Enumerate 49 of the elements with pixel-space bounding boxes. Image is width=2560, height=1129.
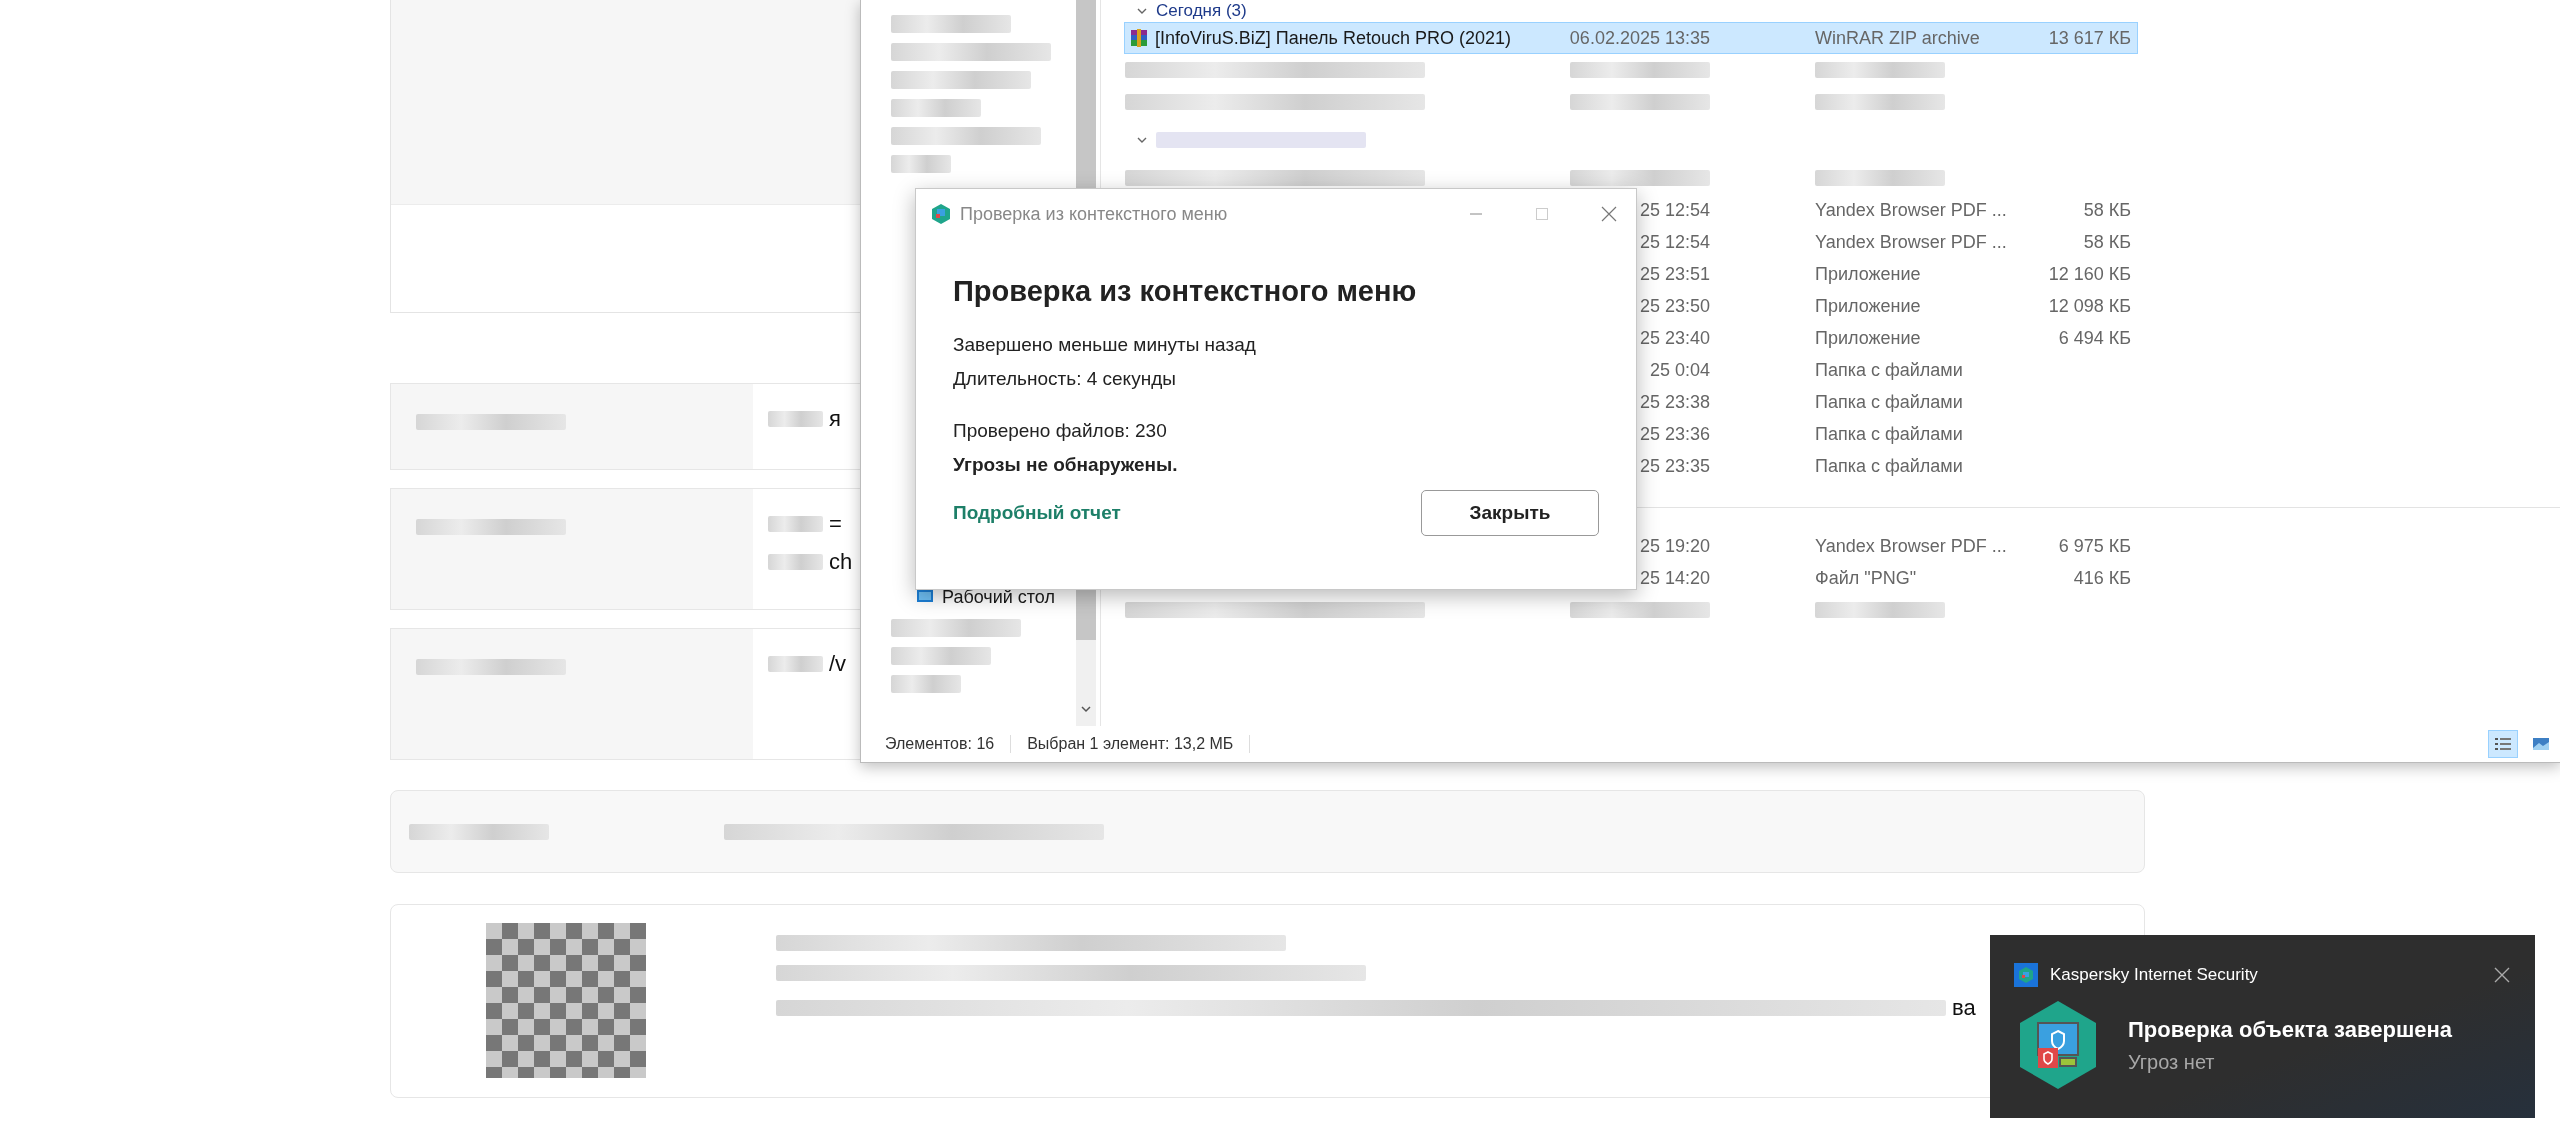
file-date: 06.02.2025 13:35 bbox=[1569, 27, 1710, 48]
file-type: Папка с файлами bbox=[1815, 455, 1963, 476]
file-date: 25 23:50 bbox=[1639, 295, 1710, 316]
file-date: 25 23:35 bbox=[1639, 455, 1710, 476]
file-type: Файл "PNG" bbox=[1815, 567, 1917, 588]
file-date: 25 14:20 bbox=[1639, 567, 1710, 588]
scan-info: Длительность: 4 секунды bbox=[953, 367, 1177, 391]
file-size: 58 КБ bbox=[2083, 231, 2131, 252]
scan-info: Завершено меньше минуты назад bbox=[953, 333, 1257, 357]
file-date: 25 23:40 bbox=[1639, 327, 1710, 348]
file-size: 12 098 КБ bbox=[2048, 295, 2131, 316]
text-fragment: ва bbox=[1952, 995, 1976, 1021]
files-checked: Проверено файлов: 230 bbox=[953, 419, 1168, 443]
file-date: 25 23:36 bbox=[1639, 423, 1710, 444]
file-date: 25 12:54 bbox=[1639, 231, 1710, 252]
window-title: Проверка из контекстного меню bbox=[960, 203, 1228, 225]
dialog-heading: Проверка из контекстного меню bbox=[953, 275, 1418, 308]
file-type: Папка с файлами bbox=[1815, 359, 1963, 380]
file-date: 25 19:20 bbox=[1639, 535, 1710, 556]
file-type: Приложение bbox=[1815, 327, 1921, 348]
file-size: 6 975 КБ bbox=[2058, 535, 2131, 556]
file-name: [InfoViruS.BiZ] Панель Retouch PRO (2021) bbox=[1155, 27, 1511, 49]
file-type: Yandex Browser PDF ... bbox=[1815, 535, 2007, 556]
notification-title: Проверка объекта завершена bbox=[2128, 1016, 2452, 1043]
file-date: 25 0:04 bbox=[1649, 359, 1710, 380]
file-type: Приложение bbox=[1815, 295, 1921, 316]
file-type: Yandex Browser PDF ... bbox=[1815, 231, 2007, 252]
file-size: 13 617 КБ bbox=[2048, 27, 2131, 48]
file-date: 25 23:51 bbox=[1639, 263, 1710, 284]
file-type: WinRAR ZIP archive bbox=[1815, 27, 1980, 48]
app-name: Kaspersky Internet Security bbox=[2050, 965, 2258, 985]
text-fragment: = bbox=[829, 511, 842, 537]
item-count: Элементов: 16 bbox=[885, 735, 1012, 753]
text-fragment: ch bbox=[829, 549, 853, 575]
file-type: Yandex Browser PDF ... bbox=[1815, 199, 2007, 220]
file-size: 58 КБ bbox=[2083, 199, 2131, 220]
file-size: 12 160 КБ bbox=[2048, 263, 2131, 284]
file-date: 25 23:38 bbox=[1639, 391, 1710, 412]
text-fragment: я bbox=[829, 406, 841, 432]
file-type: Папка с файлами bbox=[1815, 423, 1963, 444]
notification-message: Угроз нет bbox=[2128, 1050, 2216, 1074]
text-fragment: /v bbox=[829, 651, 847, 677]
file-size: 416 КБ bbox=[2073, 567, 2131, 588]
scan-result: Угрозы не обнаружены. bbox=[953, 453, 1179, 477]
selection-info: Выбран 1 элемент: 13,2 МБ bbox=[1011, 735, 1251, 753]
file-size: 6 494 КБ bbox=[2058, 327, 2131, 348]
file-date: 25 12:54 bbox=[1639, 199, 1710, 220]
file-type: Приложение bbox=[1815, 263, 1921, 284]
file-type: Папка с файлами bbox=[1815, 391, 1963, 412]
